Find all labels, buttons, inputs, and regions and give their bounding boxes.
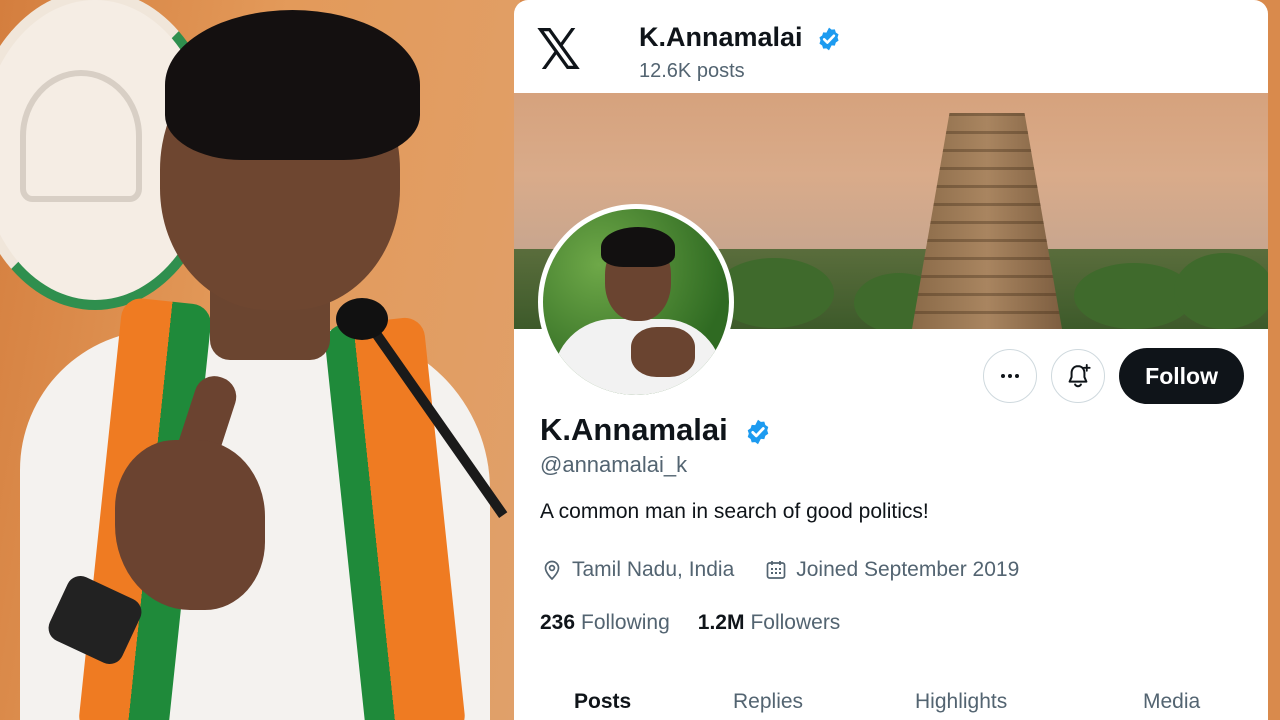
- location: Tamil Nadu, India: [540, 558, 734, 582]
- following-count: 236: [540, 611, 576, 634]
- follow-stats: 236 Following 1.2M Followers: [540, 611, 840, 635]
- tab-posts[interactable]: Posts: [574, 690, 631, 714]
- tab-highlights[interactable]: Highlights: [915, 690, 1007, 714]
- lotus-emblem: [20, 70, 142, 202]
- profile-top-bar: 𝕏 K.Annamalai 12.6K posts: [514, 0, 1268, 93]
- header-name-text: K.Annamalai: [639, 22, 803, 52]
- follow-button[interactable]: Follow: [1119, 348, 1244, 404]
- verified-badge-icon: [819, 27, 839, 51]
- avatar-photo: [543, 209, 729, 395]
- speaker-hand: [115, 440, 265, 610]
- avatar-hands: [631, 327, 695, 377]
- following-label: Following: [581, 611, 670, 634]
- profile-tabs: Posts Replies Highlights Media: [514, 680, 1268, 720]
- bell-plus-icon: [1068, 363, 1091, 388]
- profile-bio: A common man in search of good politics!: [540, 500, 929, 523]
- profile-card: 𝕏 K.Annamalai 12.6K posts Follow K.Annam…: [514, 0, 1268, 720]
- profile-handle: @annamalai_k: [540, 452, 688, 477]
- posts-count: 12.6K posts: [639, 60, 745, 82]
- following-link[interactable]: 236 Following: [540, 611, 670, 635]
- profile-name: K.Annamalai: [540, 412, 772, 448]
- header-name: K.Annamalai: [639, 22, 842, 53]
- followers-link[interactable]: 1.2M Followers: [698, 611, 841, 635]
- more-button[interactable]: [983, 349, 1038, 403]
- x-logo-icon[interactable]: 𝕏: [536, 23, 590, 79]
- profile-meta: Tamil Nadu, India Joined September 2019: [540, 558, 1019, 582]
- avatar-hair: [601, 227, 675, 267]
- speaker-hair: [165, 10, 420, 160]
- profile-actions: Follow: [983, 348, 1244, 404]
- speaker-photo: [0, 0, 520, 720]
- tree: [1174, 253, 1268, 329]
- temple-tower-carvings: [912, 113, 1062, 329]
- joined-text: Joined September 2019: [796, 558, 1020, 581]
- joined-date: Joined September 2019: [764, 558, 1019, 582]
- calendar-icon: [766, 561, 786, 579]
- verified-badge-icon: [748, 419, 769, 445]
- location-pin-icon: [544, 560, 560, 581]
- microphone: [336, 298, 388, 340]
- followers-label: Followers: [750, 611, 841, 634]
- tab-replies[interactable]: Replies: [733, 690, 803, 714]
- more-horizontal-icon: [1001, 374, 1020, 378]
- avatar[interactable]: [538, 204, 734, 400]
- tab-media[interactable]: Media: [1143, 690, 1200, 714]
- location-text: Tamil Nadu, India: [572, 558, 735, 581]
- profile-name-text: K.Annamalai: [540, 412, 728, 447]
- followers-count: 1.2M: [697, 611, 745, 634]
- notify-button[interactable]: [1051, 349, 1106, 403]
